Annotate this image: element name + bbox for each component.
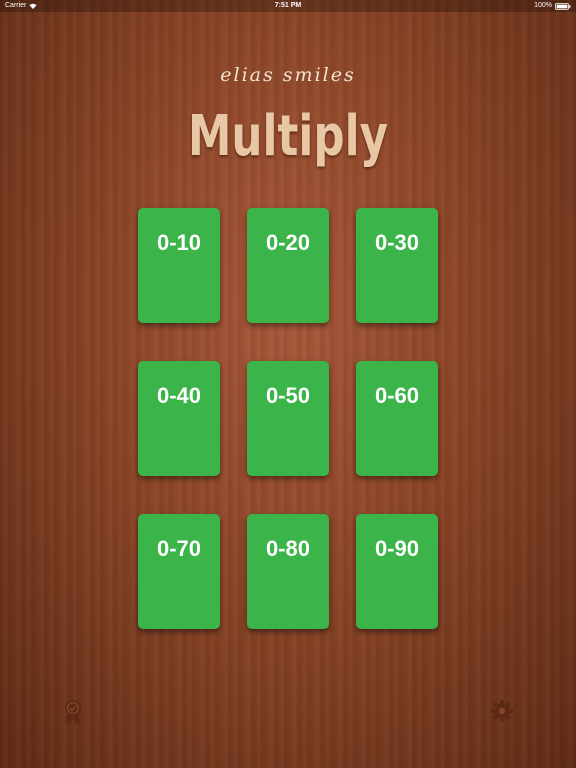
range-card-0-70[interactable]: 0-70	[138, 514, 220, 629]
range-card-0-60[interactable]: 0-60	[356, 361, 438, 476]
range-card-0-80[interactable]: 0-80	[247, 514, 329, 629]
range-card-0-40[interactable]: 0-40	[138, 361, 220, 476]
award-ribbon-icon[interactable]	[61, 699, 85, 725]
range-card-0-10[interactable]: 0-10	[138, 208, 220, 323]
status-time: 7:51 PM	[274, 2, 302, 9]
range-card-0-30[interactable]: 0-30	[356, 208, 438, 323]
range-card-grid: 0-10 0-20 0-30 0-40 0-50 0-60 0-70 0-80 …	[138, 208, 438, 629]
brand-logo-text: elias smiles	[220, 64, 356, 86]
battery-icon	[555, 3, 571, 10]
range-card-0-50[interactable]: 0-50	[247, 361, 329, 476]
range-card-0-20[interactable]: 0-20	[247, 208, 329, 323]
gear-icon[interactable]	[490, 698, 514, 724]
page-title: Multiply	[187, 104, 389, 169]
battery-percent: 100%	[534, 2, 552, 9]
range-card-0-90[interactable]: 0-90	[356, 514, 438, 629]
status-bar: Carrier 7:51 PM 100%	[0, 0, 576, 12]
